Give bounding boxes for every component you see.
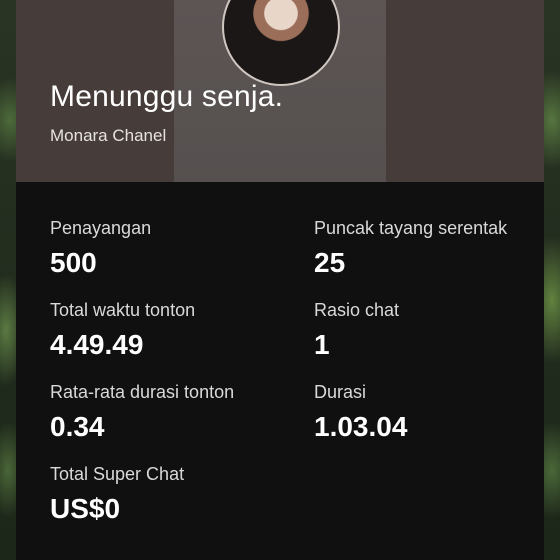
stat-peak-concurrent: Puncak tayang serentak 25 <box>314 218 507 279</box>
stat-label: Rasio chat <box>314 300 400 320</box>
stat-views: Penayangan 500 <box>50 218 151 279</box>
channel-name: Monara Chanel <box>50 126 167 145</box>
stat-watch-time: Total waktu tonton 4.49.49 <box>50 300 195 361</box>
stat-value: 1 <box>314 329 330 360</box>
stat-value: 25 <box>314 247 346 278</box>
stat-label: Puncak tayang serentak <box>314 218 508 238</box>
video-title: Menunggu senja. <box>50 80 284 113</box>
stat-chat-rate: Rasio chat 1 <box>314 300 399 361</box>
stat-label: Durasi <box>314 382 367 402</box>
hero-banner: Menunggu senja. Monara Chanel <box>16 0 544 182</box>
stat-value: 500 <box>50 247 97 278</box>
stat-label: Total waktu tonton <box>50 300 196 320</box>
stat-value: US$0 <box>50 493 121 524</box>
stat-label: Penayangan <box>50 218 152 238</box>
stat-value: 4.49.49 <box>50 329 144 360</box>
stat-value: 0.34 <box>50 411 105 442</box>
stat-label: Total Super Chat <box>50 464 185 484</box>
stat-avg-view-duration: Rata-rata durasi tonton 0.34 <box>50 382 234 443</box>
stat-label: Rata-rata durasi tonton <box>50 382 235 402</box>
stream-summary-card: Menunggu senja. Monara Chanel Penayangan… <box>16 0 544 560</box>
stat-value: 1.03.04 <box>314 411 408 442</box>
stat-super-chat: Total Super Chat US$0 <box>50 464 184 525</box>
stat-duration: Durasi 1.03.04 <box>314 382 407 443</box>
